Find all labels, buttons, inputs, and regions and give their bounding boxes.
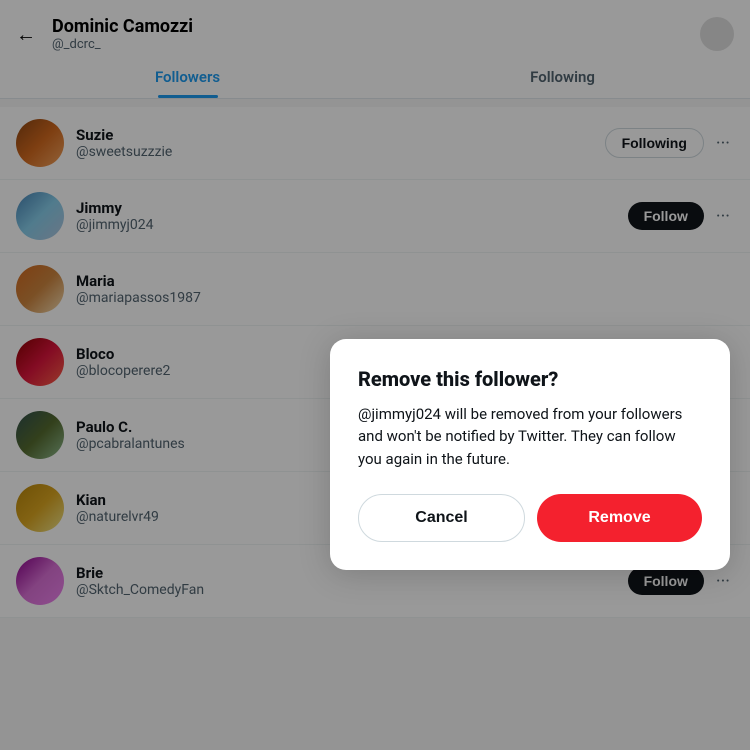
modal-title: Remove this follower? — [358, 367, 702, 391]
modal-actions: Cancel Remove — [358, 494, 702, 542]
cancel-button[interactable]: Cancel — [358, 494, 525, 542]
modal-body: @jimmyj024 will be removed from your fol… — [358, 403, 702, 471]
remove-follower-modal: Remove this follower? @jimmyj024 will be… — [330, 339, 730, 571]
remove-button[interactable]: Remove — [537, 494, 702, 542]
